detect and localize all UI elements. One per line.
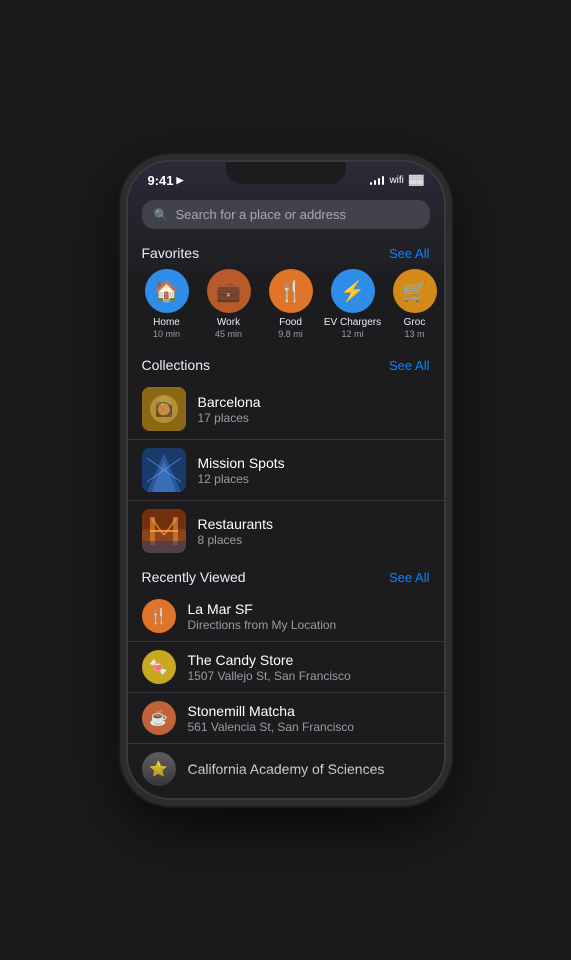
academy-icon: ⭐ [142, 752, 176, 786]
favorites-title: Favorites [142, 245, 200, 261]
volume-up-button [126, 242, 128, 272]
notch [226, 162, 346, 184]
work-icon: 💼 [207, 269, 251, 313]
food-label: Food [279, 317, 302, 328]
recent-item-stonemill[interactable]: ☕ Stonemill Matcha 561 Valencia St, San … [128, 693, 444, 744]
collections-title: Collections [142, 357, 210, 373]
svg-text:🥘: 🥘 [155, 400, 173, 418]
candy-icon: 🍬 [142, 650, 176, 684]
barcelona-thumbnail: 🥘 [142, 387, 186, 431]
restaurants-info: Restaurants 8 places [198, 516, 273, 547]
recent-item-candy[interactable]: 🍬 The Candy Store 1507 Vallejo St, San F… [128, 642, 444, 693]
time-label: 9:41 [148, 173, 174, 188]
collections-see-all[interactable]: See All [389, 358, 429, 373]
barcelona-name: Barcelona [198, 394, 261, 410]
home-sublabel: 10 min [153, 329, 180, 339]
barcelona-count: 17 places [198, 411, 261, 425]
grocery-label: Groc [404, 317, 426, 328]
lamar-name: La Mar SF [188, 601, 337, 617]
search-input[interactable]: Search for a place or address [175, 207, 346, 222]
search-icon: 🔍 [154, 208, 169, 222]
stonemill-info: Stonemill Matcha 561 Valencia St, San Fr… [188, 703, 355, 734]
candy-sub: 1507 Vallejo St, San Francisco [188, 669, 351, 683]
power-button [444, 282, 446, 342]
favorite-item-food[interactable]: 🍴 Food 9.8 mi [260, 269, 322, 339]
favorite-item-grocery[interactable]: 🛒 Groc 13 m [384, 269, 444, 339]
ev-label: EV Chargers [324, 317, 381, 328]
collections-list: 🥘 Barcelona 17 places [128, 379, 444, 561]
stonemill-icon: ☕ [142, 701, 176, 735]
lamar-sub: Directions from My Location [188, 618, 337, 632]
collection-item-restaurants[interactable]: Restaurants 8 places [128, 501, 444, 561]
favorite-item-work[interactable]: 💼 Work 45 min [198, 269, 260, 339]
status-icons: wifi ▓▓ [370, 175, 424, 186]
food-sublabel: 9.8 mi [278, 329, 303, 339]
search-container: 🔍 Search for a place or address [128, 194, 444, 237]
mission-thumbnail [142, 448, 186, 492]
stonemill-name: Stonemill Matcha [188, 703, 355, 719]
stonemill-sub: 561 Valencia St, San Francisco [188, 720, 355, 734]
ev-icon: ⚡ [331, 269, 375, 313]
academy-name: California Academy of Sciences [188, 761, 385, 777]
favorites-see-all[interactable]: See All [389, 246, 429, 261]
ev-sublabel: 12 mi [341, 329, 363, 339]
scroll-content[interactable]: Favorites See All 🏠 Home 10 min 💼 Work 4… [128, 237, 444, 798]
recent-item-academy[interactable]: ⭐ California Academy of Sciences [128, 744, 444, 794]
restaurants-count: 8 places [198, 533, 273, 547]
candy-name: The Candy Store [188, 652, 351, 668]
grocery-sublabel: 13 m [404, 329, 424, 339]
mission-name: Mission Spots [198, 455, 285, 471]
lamar-icon: 🍴 [142, 599, 176, 633]
recently-viewed-see-all[interactable]: See All [389, 570, 429, 585]
recent-item-lamar[interactable]: 🍴 La Mar SF Directions from My Location [128, 591, 444, 642]
status-time: 9:41 ▶ [148, 173, 184, 188]
collection-item-mission[interactable]: Mission Spots 12 places [128, 440, 444, 501]
signal-icon [370, 175, 385, 185]
wifi-icon: wifi [389, 175, 403, 186]
lamar-info: La Mar SF Directions from My Location [188, 601, 337, 632]
search-bar[interactable]: 🔍 Search for a place or address [142, 200, 430, 229]
favorite-item-home[interactable]: 🏠 Home 10 min [136, 269, 198, 339]
recently-viewed-header: Recently Viewed See All [128, 561, 444, 591]
candy-info: The Candy Store 1507 Vallejo St, San Fra… [188, 652, 351, 683]
work-label: Work [217, 317, 240, 328]
restaurants-thumbnail [142, 509, 186, 553]
collection-item-barcelona[interactable]: 🥘 Barcelona 17 places [128, 379, 444, 440]
barcelona-info: Barcelona 17 places [198, 394, 261, 425]
favorites-row: 🏠 Home 10 min 💼 Work 45 min 🍴 Food 9.8 m… [128, 267, 444, 349]
home-icon: 🏠 [145, 269, 189, 313]
academy-info: California Academy of Sciences [188, 761, 385, 777]
favorite-item-ev[interactable]: ⚡ EV Chargers 12 mi [322, 269, 384, 339]
mission-info: Mission Spots 12 places [198, 455, 285, 486]
food-icon: 🍴 [269, 269, 313, 313]
grocery-icon: 🛒 [393, 269, 437, 313]
favorites-header: Favorites See All [128, 237, 444, 267]
gps-icon: ▶ [177, 175, 184, 186]
phone-frame: 9:41 ▶ wifi ▓▓ 🔍 Search for a place or a… [126, 160, 446, 800]
phone-screen: 9:41 ▶ wifi ▓▓ 🔍 Search for a place or a… [128, 162, 444, 798]
work-sublabel: 45 min [215, 329, 242, 339]
home-label: Home [153, 317, 180, 328]
recently-viewed-title: Recently Viewed [142, 569, 246, 585]
battery-icon: ▓▓ [409, 175, 424, 186]
restaurants-name: Restaurants [198, 516, 273, 532]
recently-viewed-list: 🍴 La Mar SF Directions from My Location … [128, 591, 444, 794]
collections-header: Collections See All [128, 349, 444, 379]
volume-down-button [126, 280, 128, 310]
mission-count: 12 places [198, 472, 285, 486]
silent-switch [126, 212, 128, 232]
